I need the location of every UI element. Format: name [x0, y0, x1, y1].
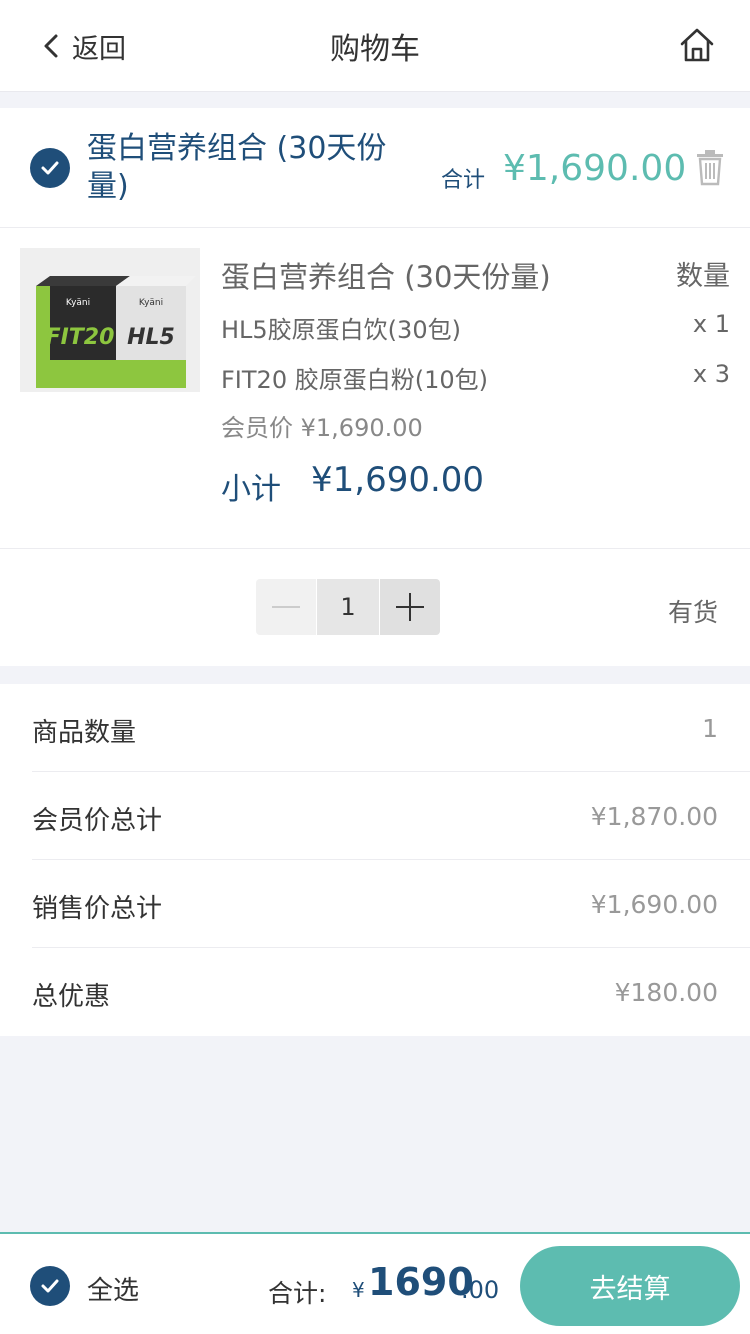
- summary-row: 销售价总计 ¥1,690.00: [32, 860, 750, 948]
- summary-label: 会员价总计: [32, 806, 163, 836]
- bundle-item-name: FIT20 胶原蛋白粉(10包): [221, 366, 488, 394]
- bundle-item-qty: x 3: [692, 360, 730, 388]
- summary-label: 商品数量: [32, 718, 137, 748]
- summary-row: 商品数量 1: [32, 684, 750, 772]
- quantity-header: 数量: [676, 261, 730, 292]
- member-price: 会员价 ¥1,690.00: [221, 414, 423, 442]
- product-image: Kyäni FIT20 Kyäni HL5: [20, 248, 200, 392]
- brand-text-2: Kyäni: [139, 298, 163, 308]
- page-title: 购物车: [330, 32, 420, 67]
- total-amount-decimal: .00: [461, 1276, 500, 1304]
- plus-icon: [396, 593, 424, 621]
- currency-symbol: ¥: [352, 1278, 365, 1302]
- nav-header: 返回 购物车: [0, 0, 750, 92]
- bundle-item-name: HL5胶原蛋白饮(30包): [221, 316, 461, 344]
- brand-text-1: Kyäni: [66, 298, 90, 308]
- minus-icon: [272, 606, 300, 608]
- subtotal-label: 小计: [221, 472, 281, 507]
- summary-row: 会员价总计 ¥1,870.00: [32, 772, 750, 860]
- subtotal-value: ¥1,690.00: [311, 460, 485, 500]
- hl5-text: HL5: [127, 325, 175, 350]
- bundle-total-label: 合计: [441, 168, 486, 193]
- order-summary: 商品数量 1 会员价总计 ¥1,870.00 销售价总计 ¥1,690.00 总…: [0, 684, 750, 1036]
- select-all-label: 全选: [87, 1276, 140, 1306]
- bundle-item-qty: x 1: [692, 310, 730, 338]
- quantity-stepper: 1 有货: [0, 548, 750, 666]
- summary-row: 总优惠 ¥180.00: [32, 948, 750, 1036]
- stock-status: 有货: [667, 598, 718, 627]
- summary-value: ¥180.00: [614, 978, 718, 1007]
- cart-bundle-card: 蛋白营养组合 (30天份量) 合计 ¥1,690.00 Kyäni FIT20 …: [0, 108, 750, 666]
- trash-icon[interactable]: [694, 148, 726, 186]
- bundle-select-checkbox[interactable]: [30, 148, 70, 188]
- quantity-input[interactable]: 1: [317, 579, 379, 635]
- summary-label: 销售价总计: [32, 894, 163, 924]
- total-amount-integer: 1690: [368, 1260, 474, 1304]
- select-all-checkbox[interactable]: [30, 1266, 70, 1306]
- summary-value: 1: [702, 714, 718, 743]
- decrement-button[interactable]: [256, 579, 316, 635]
- summary-label: 总优惠: [32, 982, 111, 1012]
- bottom-total-label: 合计:: [268, 1279, 327, 1308]
- checkmark-icon: [41, 1279, 59, 1293]
- summary-value: ¥1,690.00: [590, 890, 718, 919]
- bundle-total-value: ¥1,690.00: [503, 148, 687, 189]
- checkmark-icon: [41, 161, 59, 175]
- home-icon[interactable]: [678, 26, 716, 64]
- increment-button[interactable]: [380, 579, 440, 635]
- bundle-header: 蛋白营养组合 (30天份量) 合计 ¥1,690.00: [0, 108, 750, 228]
- summary-value: ¥1,870.00: [590, 802, 718, 831]
- product-name: 蛋白营养组合 (30天份量): [221, 260, 551, 294]
- fit20-text: FIT20: [46, 325, 115, 350]
- bundle-title: 蛋白营养组合 (30天份量): [87, 131, 387, 204]
- checkout-bar: 全选 合计: ¥ 1690 .00 去结算: [0, 1232, 750, 1334]
- checkout-button[interactable]: 去结算: [520, 1246, 740, 1326]
